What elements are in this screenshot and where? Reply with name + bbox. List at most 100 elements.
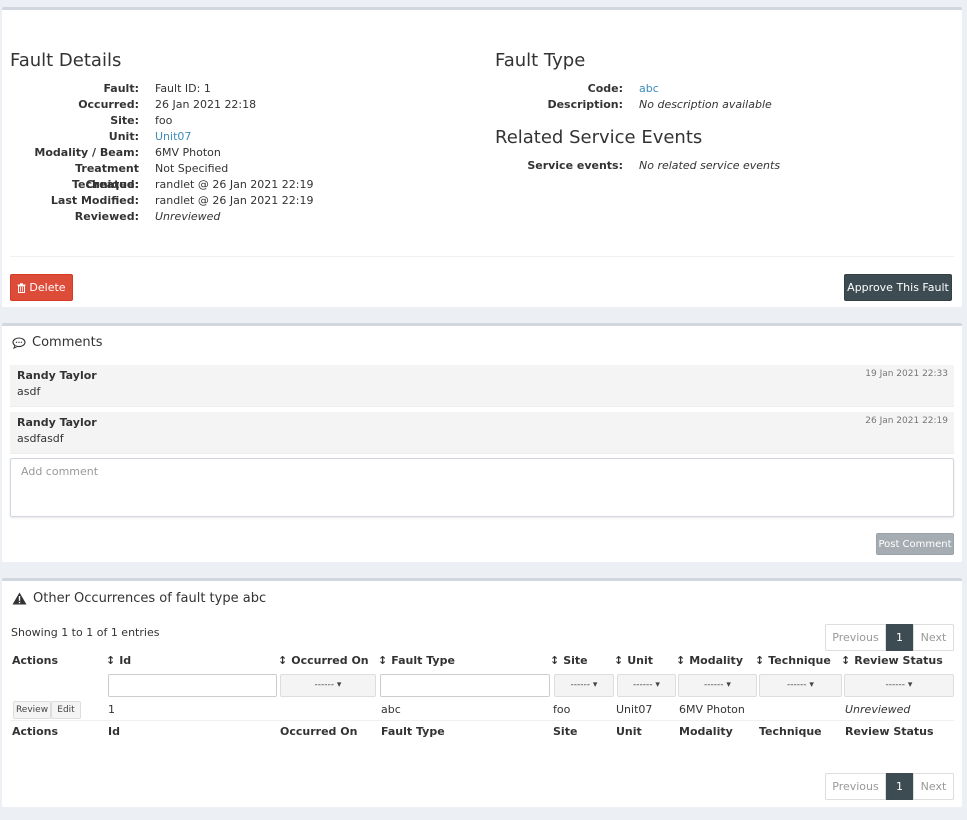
comments-panel: Comments Randy Taylor asdf 19 Jan 2021 2… [2, 323, 962, 562]
col-review-status-header[interactable]: ↕ Review Status [841, 654, 943, 667]
related-events-title: Related Service Events [495, 127, 703, 148]
col-id-header[interactable]: ↕ Id [106, 654, 131, 667]
sort-icon: ↕ [550, 654, 560, 667]
comment-icon [12, 336, 26, 349]
foot-id: Id [108, 725, 120, 738]
approve-fault-button[interactable]: Approve This Fault [844, 274, 952, 301]
created-label: Created: [85, 178, 139, 191]
cell-modality: 6MV Photon [679, 703, 745, 716]
select-placeholder: ------ [704, 680, 724, 690]
col-id-label: Id [119, 654, 132, 667]
occurrences-title: Other Occurrences of fault type abc [33, 591, 267, 606]
technique-filter-select[interactable]: ------ ▾ [759, 674, 842, 697]
technique-value: Not Specified [155, 162, 229, 175]
sort-icon: ↕ [278, 654, 288, 667]
divider [10, 256, 954, 257]
fault-type-list: Code: abc Description: No description avai… [495, 81, 772, 113]
warning-icon [12, 592, 27, 605]
post-comment-button[interactable]: Post Comment [876, 533, 954, 555]
select-placeholder: ------ [787, 680, 807, 690]
comments-header: Comments [12, 335, 102, 350]
page-1-button[interactable]: 1 [886, 773, 913, 800]
modality-filter-select[interactable]: ------ ▾ [678, 674, 757, 697]
service-events-value: No related service events [639, 159, 781, 172]
next-page-button[interactable]: Next [913, 773, 954, 800]
page-1-button[interactable]: 1 [886, 624, 913, 651]
related-events-list: Service events: No related service events [495, 158, 780, 174]
col-modality-header[interactable]: ↕ Modality [676, 654, 743, 667]
code-link[interactable]: abc [639, 81, 659, 97]
sort-icon: ↕ [106, 654, 116, 667]
occurrences-header: Other Occurrences of fault type abc [12, 591, 266, 606]
col-site-header[interactable]: ↕ Site [550, 654, 588, 667]
foot-fault-type: Fault Type [381, 725, 445, 738]
comment-text: asdfasdf [17, 432, 64, 445]
unit-link[interactable]: Unit07 [155, 129, 191, 145]
service-events-label: Service events: [527, 159, 623, 172]
foot-site: Site [553, 725, 578, 738]
sort-icon: ↕ [378, 654, 388, 667]
code-label: Code: [587, 82, 623, 95]
pagination-top: Previous 1 Next [825, 624, 954, 651]
comment-item: Randy Taylor asdfasdf 26 Jan 2021 22:19 [10, 412, 954, 454]
comments-title: Comments [32, 335, 103, 350]
sort-icon: ↕ [676, 654, 686, 667]
occurrences-panel: Other Occurrences of fault type abc Show… [2, 578, 962, 807]
col-actions-header: Actions [12, 654, 58, 667]
review-button[interactable]: Review [13, 701, 51, 719]
previous-page-button[interactable]: Previous [825, 773, 886, 800]
review-status-filter-select[interactable]: ------ ▾ [844, 674, 954, 697]
select-placeholder: ------ [885, 680, 906, 690]
occurred-filter-select[interactable]: ------ ▾ [280, 674, 376, 697]
col-fault-type-header[interactable]: ↕ Fault Type [378, 654, 455, 667]
row-divider [10, 720, 954, 721]
trash-icon [17, 282, 26, 293]
delete-button[interactable]: Delete [10, 274, 73, 301]
select-placeholder: ------ [570, 680, 591, 690]
fault-details-panel: Fault Details Fault: Fault ID: 1 Occurred… [2, 7, 962, 307]
col-unit-header[interactable]: ↕ Unit [614, 654, 653, 667]
col-occurred-header[interactable]: ↕ Occurred On [278, 654, 369, 667]
occurred-value: 26 Jan 2021 22:18 [155, 98, 257, 111]
fault-details-list: Fault: Fault ID: 1 Occurred: 26 Jan 2021 2… [10, 81, 314, 225]
previous-page-button[interactable]: Previous [825, 624, 886, 651]
col-fault-type-label: Fault Type [391, 654, 455, 667]
col-site-label: Site [563, 654, 588, 667]
site-filter-select[interactable]: ------ ▾ [554, 674, 614, 697]
comment-author: Randy Taylor [17, 369, 97, 382]
cell-fault-type: abc [381, 703, 401, 716]
comment-item: Randy Taylor asdf 19 Jan 2021 22:33 [10, 365, 954, 407]
select-placeholder: ------ [633, 680, 653, 690]
description-value: No description available [639, 98, 772, 111]
next-page-button[interactable]: Next [913, 624, 954, 651]
col-technique-header[interactable]: ↕ Technique [755, 654, 831, 667]
unit-label: Unit: [108, 130, 139, 143]
col-modality-label: Modality [689, 654, 743, 667]
modified-value: randlet @ 26 Jan 2021 22:19 [155, 194, 314, 207]
cell-site: foo [553, 703, 571, 716]
fault-label: Fault: [103, 82, 139, 95]
col-technique-label: Technique [768, 654, 831, 667]
cell-unit: Unit07 [616, 703, 653, 716]
comment-time: 19 Jan 2021 22:33 [865, 369, 948, 379]
cell-id: 1 [108, 703, 115, 716]
add-comment-input[interactable] [10, 458, 954, 517]
fault-type-filter-input[interactable] [380, 674, 550, 697]
modality-label: Modality / Beam: [34, 146, 139, 159]
edit-button[interactable]: Edit [51, 701, 81, 719]
showing-entries: Showing 1 to 1 of 1 entries [11, 626, 160, 639]
fault-details-title: Fault Details [10, 50, 122, 71]
id-filter-input[interactable] [108, 674, 277, 697]
site-value: foo [155, 114, 173, 127]
col-review-status-label: Review Status [854, 654, 943, 667]
modified-label: Last Modified: [50, 194, 139, 207]
foot-modality: Modality [679, 725, 733, 738]
unit-filter-select[interactable]: ------ ▾ [617, 674, 676, 697]
fault-value: Fault ID: 1 [155, 82, 211, 95]
foot-occurred-on: Occurred On [280, 725, 358, 738]
foot-review-status: Review Status [845, 725, 934, 738]
reviewed-value: Unreviewed [155, 210, 221, 223]
pagination-bottom: Previous 1 Next [825, 773, 954, 800]
foot-unit: Unit [616, 725, 642, 738]
modality-value: 6MV Photon [155, 146, 221, 159]
